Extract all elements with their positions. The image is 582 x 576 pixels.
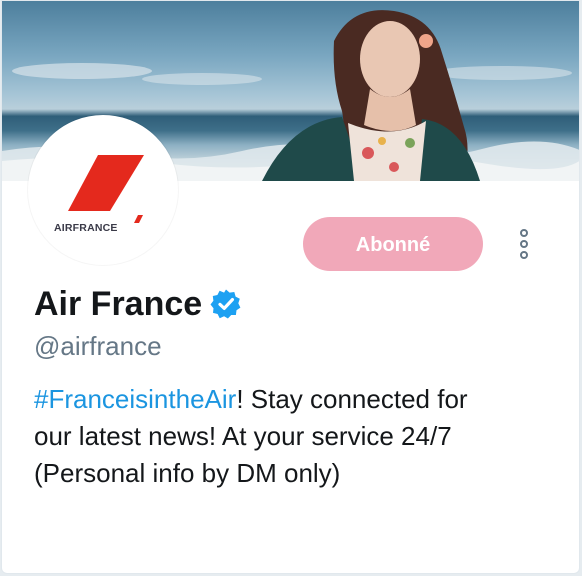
more-dot [520, 229, 528, 237]
avatar-logo-text: AIRFRANCE [54, 222, 118, 234]
verified-badge-icon [210, 289, 241, 319]
bio-line-1: #FranceisintheAir! Stay connected for [34, 381, 554, 418]
bio-text: ! Stay connected for [236, 384, 468, 414]
more-dot [520, 240, 528, 248]
profile-name[interactable]: Air France [34, 283, 202, 325]
bio-line-2: our latest news! At your service 24/7 [34, 421, 452, 451]
more-dot [520, 251, 528, 259]
profile-name-row: Air France [34, 283, 242, 325]
bio-hashtag-link[interactable]: #FranceisintheAir [34, 384, 236, 414]
profile-card: AIRFRANCE Abonné Air France @airfrance #… [1, 0, 580, 574]
bio-line-3: (Personal info by DM only) [34, 458, 341, 488]
following-button[interactable]: Abonné [303, 217, 483, 271]
profile-handle[interactable]: @airfrance [34, 329, 162, 363]
profile-bio: #FranceisintheAir! Stay connected for ou… [34, 381, 554, 492]
more-options-icon[interactable] [512, 229, 536, 263]
profile-avatar[interactable]: AIRFRANCE [28, 115, 178, 265]
air-france-logo-icon [68, 155, 144, 223]
